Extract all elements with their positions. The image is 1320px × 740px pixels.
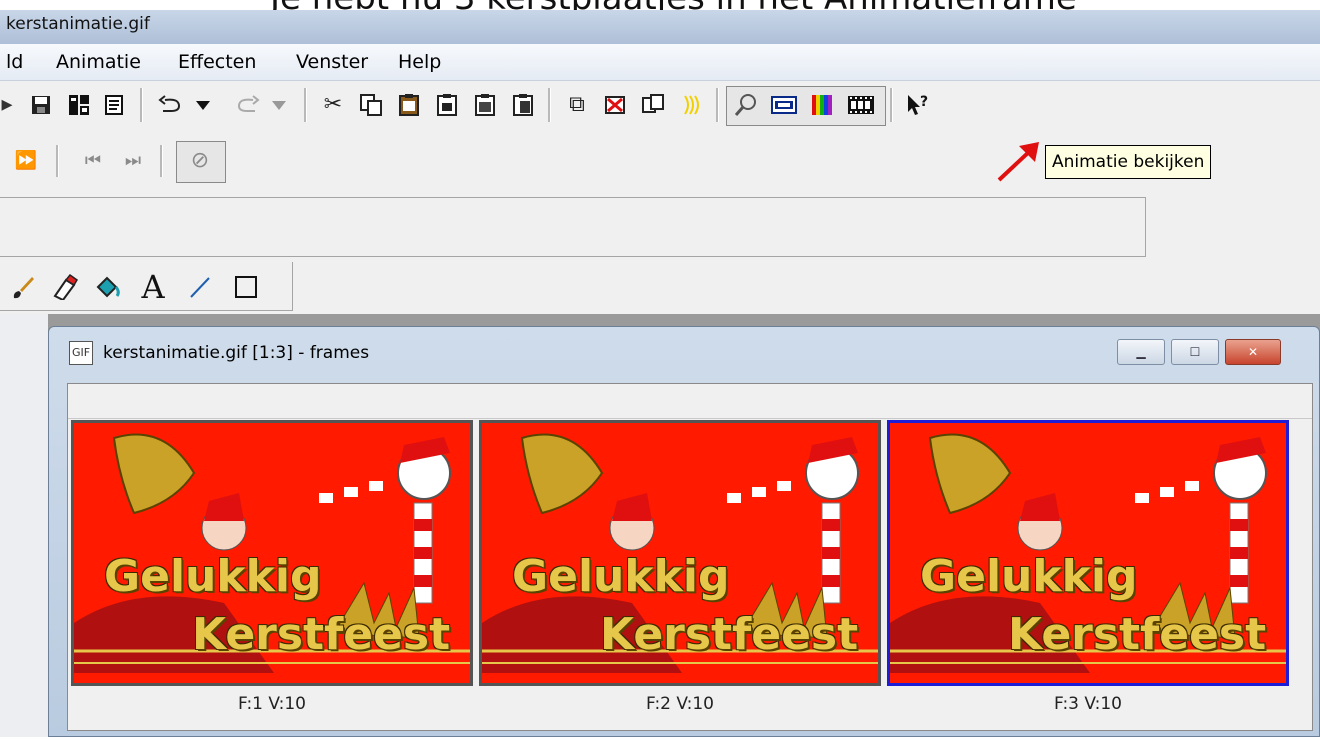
tooltip-view-animation: Animatie bekijken [1045, 145, 1212, 179]
paste-before-icon[interactable] [470, 90, 500, 120]
frame-thumbnail[interactable]: Gelukkig Kerstfeest [71, 420, 473, 686]
drawing-toolbar: A [0, 262, 293, 311]
line-tool-icon[interactable] [184, 272, 216, 302]
toolbar-separator [140, 88, 143, 122]
toolbar-separator [548, 88, 551, 122]
frame-label: F:3 V:10 [1053, 694, 1122, 714]
palette-icon[interactable] [806, 90, 838, 120]
cut-icon[interactable]: ✂ [318, 90, 348, 120]
toolbar-separator [304, 88, 307, 122]
playback-toolbar: ⏩ ⏮ ⏭ ⊘ [0, 137, 232, 185]
undo-dropdown-icon[interactable] [192, 90, 214, 120]
red-arrow-icon [995, 140, 1043, 188]
loop-icon[interactable]: ⊘ [182, 147, 218, 175]
menu-item-animatie[interactable]: Animatie [56, 51, 141, 73]
main-toolbar: ▸ ✂ ⧉ ? [0, 82, 1130, 128]
eraser-icon[interactable] [50, 272, 80, 302]
close-icon: ✕ [1247, 345, 1259, 359]
text-tool-icon[interactable]: A [136, 270, 170, 304]
layers-icon[interactable] [64, 90, 94, 120]
svg-text:?: ? [920, 94, 928, 110]
title-bar: kerstanimatie.gif [0, 10, 1320, 44]
minimize-button[interactable]: ▁ [1117, 339, 1165, 365]
save-icon[interactable] [26, 90, 56, 120]
menu-item-beeld[interactable]: ld [6, 51, 23, 73]
frame-cell-3[interactable]: Gelukkig Kerstfeest F:3 V:10 [887, 420, 1289, 720]
copy-icon[interactable] [356, 90, 386, 120]
frame-properties-icon[interactable] [638, 90, 668, 120]
view-animation-icon[interactable] [844, 90, 878, 120]
toolbar-separator [56, 145, 59, 177]
duplicate-icon[interactable]: ⧉ [562, 90, 592, 120]
properties-icon[interactable] [100, 90, 130, 120]
frames-header-strip [68, 384, 1312, 419]
greeting-line-1: Gelukkig [920, 551, 1138, 602]
workspace-margin [0, 314, 48, 737]
gif-file-icon: GIF [69, 341, 93, 365]
minimize-icon: ▁ [1136, 345, 1146, 359]
toolbar-separator [716, 88, 719, 122]
prev-frame-icon[interactable]: ⏮ [80, 147, 106, 175]
frame-label: F:1 V:10 [237, 694, 306, 714]
greeting-line-1: Gelukkig [512, 551, 730, 602]
next-frame-icon[interactable]: ⏭ [120, 147, 146, 175]
frame-thumbnail[interactable]: Gelukkig Kerstfeest [479, 420, 881, 686]
frame-thumbnail-selected[interactable]: Gelukkig Kerstfeest [887, 420, 1289, 686]
menu-item-effecten[interactable]: Effecten [178, 51, 256, 73]
redo-dropdown-icon[interactable] [268, 90, 290, 120]
help-pointer-icon[interactable]: ? [902, 90, 936, 120]
maximize-icon: ☐ [1189, 345, 1201, 359]
close-button[interactable]: ✕ [1225, 339, 1281, 365]
menu-item-venster[interactable]: Venster [296, 51, 368, 73]
app-window: kerstanimatie.gif ld Animatie Effecten V… [0, 10, 1320, 737]
frames-client-area: Gelukkig Kerstfeest F:1 V:10 Gelukkig Ke… [67, 383, 1313, 731]
fill-bucket-icon[interactable] [92, 272, 124, 302]
greeting-line-2: Kerstfeest [192, 609, 451, 660]
greeting-line-2: Kerstfeest [1008, 609, 1267, 660]
rectangle-tool-icon[interactable] [230, 272, 262, 302]
toolbar-separator [890, 88, 893, 122]
info-panel [0, 197, 1146, 257]
transition-icon[interactable] [676, 90, 706, 120]
zoom-icon[interactable] [730, 90, 762, 120]
greeting-line-1: Gelukkig [104, 551, 322, 602]
frames-window: GIF kerstanimatie.gif [1:3] - frames ▁ ☐… [48, 326, 1320, 737]
toolbar-separator [160, 145, 163, 177]
frames-window-title: kerstanimatie.gif [1:3] - frames [103, 343, 370, 363]
paste-new-icon[interactable] [432, 90, 462, 120]
frame-cell-1[interactable]: Gelukkig Kerstfeest F:1 V:10 [71, 420, 473, 720]
copy-merged-icon[interactable] [394, 90, 424, 120]
delete-frame-icon[interactable] [600, 90, 630, 120]
fast-forward-icon[interactable]: ⏩ [14, 147, 38, 175]
undo-icon[interactable] [154, 90, 188, 120]
menu-item-help[interactable]: Help [398, 51, 441, 73]
paste-after-icon[interactable] [508, 90, 538, 120]
greeting-line-2: Kerstfeest [600, 609, 859, 660]
maximize-button[interactable]: ☐ [1171, 339, 1219, 365]
frame-cell-2[interactable]: Gelukkig Kerstfeest F:2 V:10 [479, 420, 881, 720]
app-title: kerstanimatie.gif [6, 14, 150, 34]
frame-label: F:2 V:10 [645, 694, 714, 714]
frame-size-icon[interactable] [768, 90, 800, 120]
toolbar-edge-icon[interactable]: ▸ [0, 90, 14, 120]
redo-icon[interactable] [230, 90, 264, 120]
paintbrush-icon[interactable] [8, 272, 38, 302]
menu-bar: ld Animatie Effecten Venster Help [0, 44, 1320, 81]
